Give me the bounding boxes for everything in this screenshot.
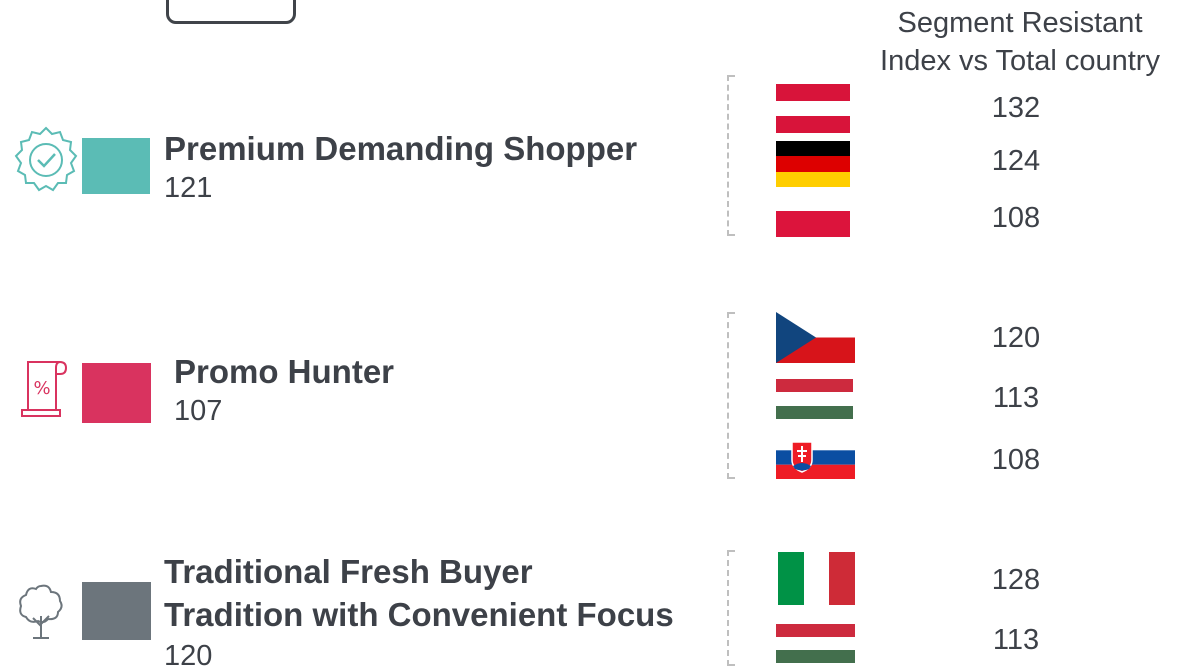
segment-title-line1: Traditional Fresh Buyer	[164, 553, 533, 590]
czech-flag	[776, 312, 855, 363]
hungary-flag	[776, 624, 855, 663]
country-index: 113	[992, 624, 1040, 656]
segment-swatch	[82, 138, 150, 194]
column-header-line2: Index vs Total country	[880, 45, 1160, 77]
germany-flag	[776, 141, 850, 187]
hungary-flag	[776, 379, 853, 419]
slovakia-flag	[776, 436, 855, 479]
column-header: Segment Resistant Index vs Total country	[850, 4, 1190, 80]
segment-swatch	[82, 363, 151, 423]
tree-icon	[18, 582, 64, 640]
badge-check-icon	[13, 124, 79, 198]
country-index: 120	[991, 322, 1041, 354]
country-index: 113	[992, 382, 1040, 414]
svg-text:%: %	[33, 378, 50, 399]
country-index: 108	[991, 202, 1041, 234]
country-index: 108	[991, 444, 1041, 476]
poland-flag	[776, 195, 850, 237]
segment-title: Premium Demanding Shopper	[164, 130, 638, 167]
country-index: 128	[991, 564, 1041, 596]
column-header-line1: Segment Resistant	[897, 7, 1143, 39]
country-bracket	[727, 312, 735, 479]
austria-flag	[776, 84, 850, 133]
top-frame	[166, 0, 296, 24]
segment-value: 121	[164, 172, 213, 204]
italy-flag	[778, 552, 855, 605]
country-bracket	[727, 75, 735, 236]
segment-value: 120	[164, 640, 213, 672]
country-bracket	[727, 550, 735, 666]
segment-title: Promo Hunter	[174, 353, 395, 390]
segment-value: 107	[174, 395, 223, 427]
percent-receipt-icon: %	[20, 358, 70, 420]
segment-swatch	[82, 582, 151, 640]
segment-title-line2: Tradition with Convenient Focus	[164, 596, 674, 633]
country-index: 124	[991, 145, 1041, 177]
country-index: 132	[991, 92, 1041, 124]
